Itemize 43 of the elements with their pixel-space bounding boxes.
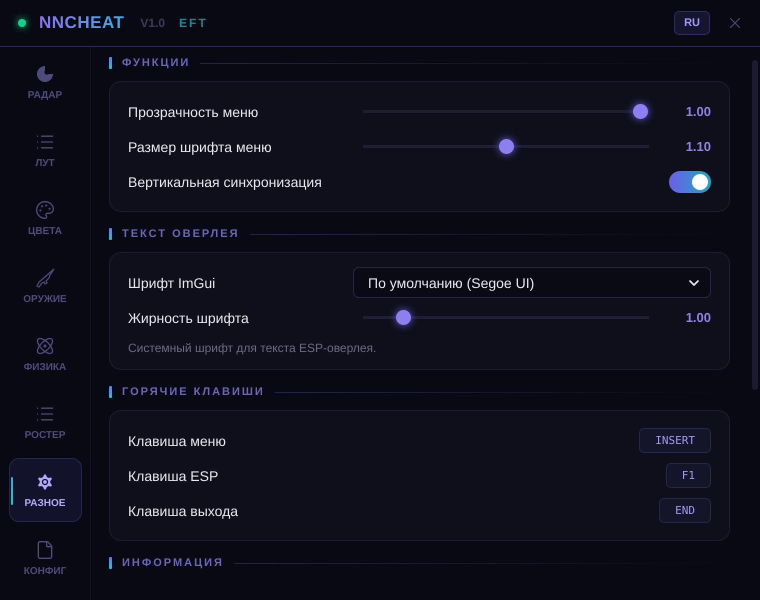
section-title: ГОРЯЧИЕ КЛАВИШИ [122,386,265,398]
status-dot-icon [18,19,26,27]
slider-thumb[interactable] [633,104,648,119]
file-icon [35,540,55,560]
sidebar-item[interactable]: ЛУТ [8,118,82,182]
section-title: ТЕКСТ ОВЕРЛЕЯ [122,228,240,240]
sidebar-item[interactable]: ОРУЖИЕ [8,254,82,318]
hotkey-button[interactable]: INSERT [639,428,711,453]
section-title: ФУНКЦИИ [122,57,190,69]
hint-text: Системный шрифт для текста ESP-оверлея. [128,340,378,357]
setting-label: Шрифт ImGui [128,274,216,290]
hotkey-button[interactable]: F1 [666,463,711,488]
slider-thumb[interactable] [499,139,514,154]
setting-label: Жирность шрифта [128,310,250,326]
toggle-switch[interactable] [669,170,711,192]
pie-icon [35,64,55,84]
font-dropdown[interactable]: По умолчанию (Segoe UI) [353,267,711,298]
setting-label: Прозрачность меню [128,104,260,120]
sidebar-item[interactable]: КОНФИГ [8,526,82,590]
hotkey-button[interactable]: END [659,498,711,523]
version-label: V1.0 [140,16,166,30]
slider-value: 1.10 [684,139,711,154]
sidebar-item[interactable]: РАЗНОЕ [8,458,82,522]
rifle-icon [35,268,55,288]
game-tag: EFT [179,16,208,30]
slider-thumb[interactable] [396,310,412,325]
setting-label: Клавиша меню [128,432,227,448]
setting-label: Клавиша ESP [128,468,220,484]
sidebar-item[interactable]: РАДАР [8,50,82,114]
section-title: ИНФОРМАЦИЯ [122,557,224,569]
palette-icon [35,200,55,220]
setting-label: Клавиша выхода [128,502,240,518]
slider-value: 1.00 [684,310,711,325]
setting-label: Вертикальная синхронизация [128,174,323,190]
sidebar-item[interactable]: ЦВЕТА [8,186,82,250]
sidebar-item[interactable]: РОСТЕР [8,390,82,454]
gear-icon [35,472,55,492]
setting-label: Размер шрифта меню [128,138,273,154]
atom-icon [35,336,55,356]
scrollbar-thumb[interactable] [752,60,758,390]
language-button[interactable]: RU [674,11,710,35]
sidebar-item[interactable]: ФИЗИКА [8,322,82,386]
slider-value: 1.00 [684,104,711,119]
